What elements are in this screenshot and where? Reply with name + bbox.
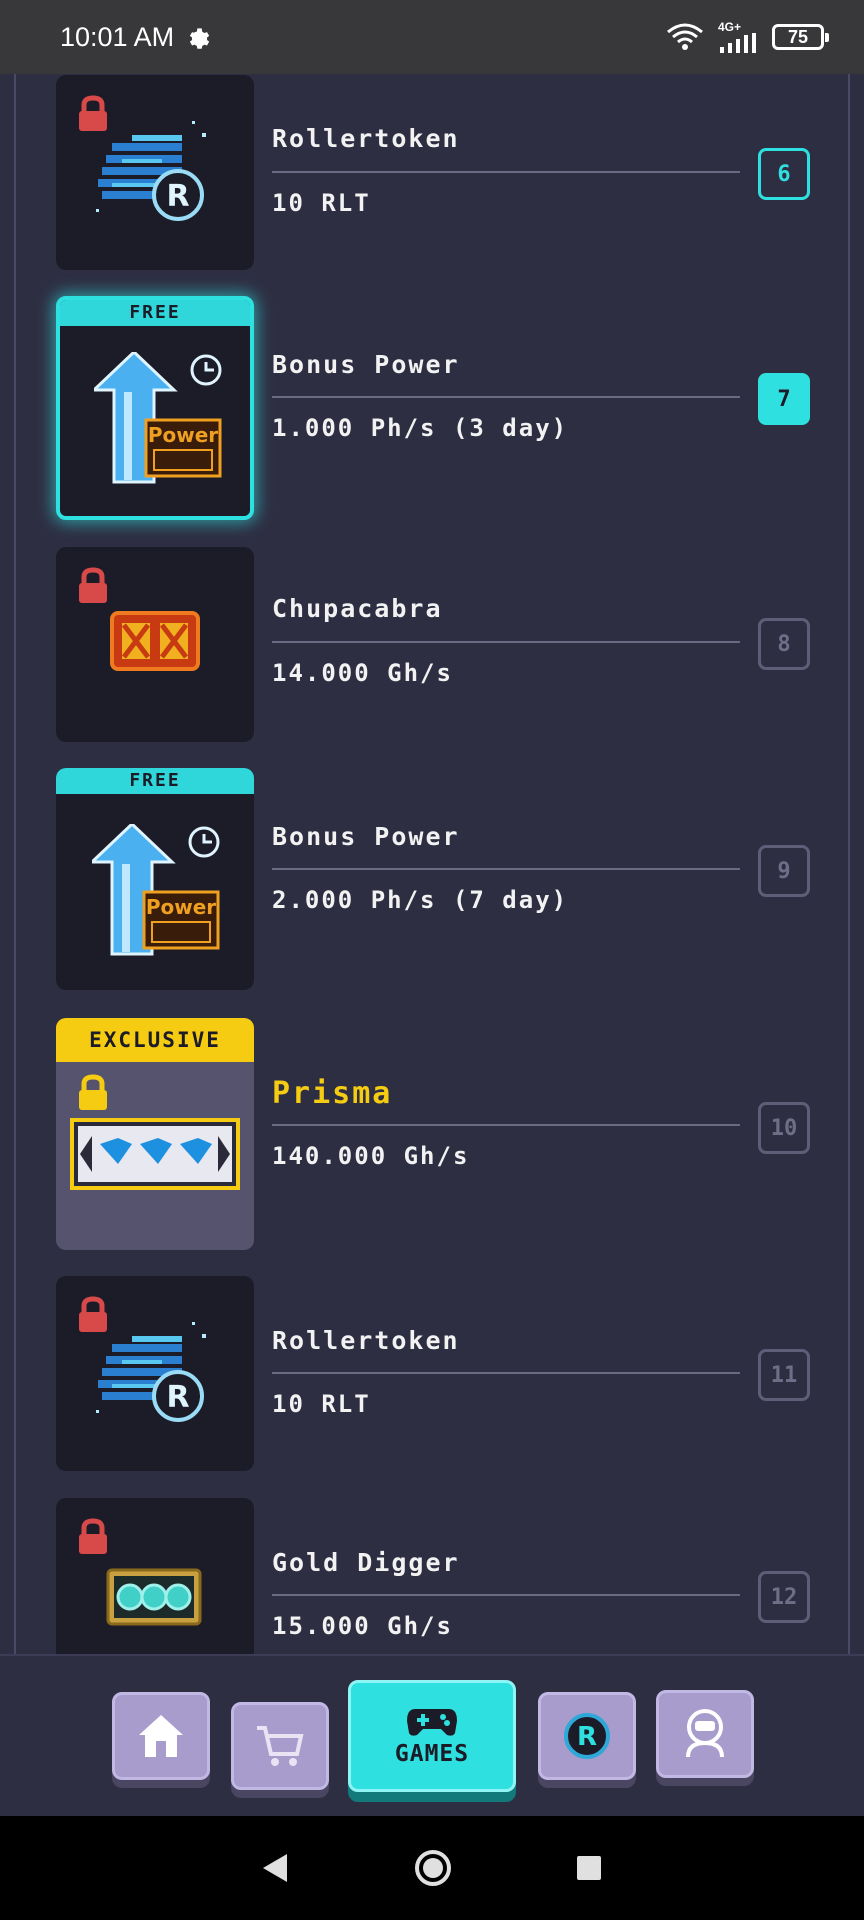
step-badge: 12 — [758, 1571, 810, 1623]
reward-value: 140.000 Gh/s — [272, 1142, 470, 1170]
divider — [272, 1594, 740, 1596]
signal-icon — [720, 33, 756, 53]
lock-icon — [79, 1518, 107, 1554]
reward-card[interactable]: EXCLUSIVE — [56, 1018, 254, 1250]
gear-icon — [189, 28, 210, 49]
home-icon — [139, 1715, 183, 1757]
recents-icon[interactable] — [575, 1854, 603, 1882]
chupacabra-miner-icon — [110, 611, 200, 671]
bottom-nav: GAMES R — [0, 1654, 864, 1816]
rollertoken-icon: R — [96, 121, 206, 221]
reward-name: Bonus Power — [272, 350, 460, 379]
cart-icon — [257, 1726, 304, 1766]
reward-card[interactable]: R — [56, 75, 254, 270]
nav-games-button[interactable]: GAMES — [348, 1680, 516, 1792]
reward-name: Chupacabra — [272, 594, 443, 623]
divider — [272, 1124, 740, 1126]
status-time: 10:01 AM — [60, 21, 175, 52]
rollercoin-icon: R — [564, 1713, 610, 1759]
step-badge: 8 — [758, 618, 810, 670]
reward-card[interactable]: FREE Power — [56, 768, 254, 990]
reward-card[interactable] — [56, 1498, 254, 1654]
rollertoken-icon: R — [96, 1322, 206, 1422]
reward-value: 10 RLT — [272, 189, 371, 217]
reward-card[interactable]: FREE Power — [56, 296, 254, 520]
divider — [272, 1372, 740, 1374]
step-badge: 9 — [758, 845, 810, 897]
svg-text:Power: Power — [148, 423, 218, 447]
svg-text:Power: Power — [146, 895, 216, 919]
reward-name: Gold Digger — [272, 1548, 460, 1577]
status-bar: 10:01 AM 4G+ 75 — [0, 0, 864, 74]
reward-value: 1.000 Ph/s (3 day) — [272, 414, 569, 442]
prisma-miner-icon — [70, 1118, 240, 1190]
battery-icon: 75 — [772, 24, 829, 50]
nav-games-label: GAMES — [394, 1741, 470, 1767]
wifi-icon — [667, 23, 703, 50]
gamepad-icon — [407, 1709, 457, 1736]
divider — [272, 171, 740, 173]
profile-icon — [686, 1709, 724, 1758]
lock-icon — [79, 567, 107, 603]
list-item: Chupacabra 14.000 Gh/s 8 — [16, 546, 848, 746]
lock-icon — [79, 1074, 107, 1110]
reward-value: 14.000 Gh/s — [272, 659, 453, 687]
reward-name: Rollertoken — [272, 124, 460, 153]
list-item: EXCLUSIVE Prisma 140.000 Gh/s 10 — [16, 1018, 848, 1258]
step-badge: 11 — [758, 1349, 810, 1401]
svg-text:R: R — [577, 1722, 597, 1752]
step-badge: 10 — [758, 1102, 810, 1154]
reward-value: 10 RLT — [272, 1390, 371, 1418]
list-item: FREE Power Bonus Power 1.000 Ph/s (3 day… — [16, 296, 848, 526]
reward-list[interactable]: R Rollertoken 10 RLT 6 FREE Power Bonus … — [14, 74, 850, 1654]
reward-value: 15.000 Gh/s — [272, 1612, 453, 1640]
list-item: R Rollertoken 10 RLT 6 — [16, 74, 848, 274]
system-nav-bar — [0, 1816, 864, 1920]
bonus-power-icon: Power — [94, 352, 222, 484]
list-item: FREE Power Bonus Power 2.000 Ph/s (7 day… — [16, 768, 848, 998]
network-type: 4G+ — [718, 20, 742, 34]
free-ribbon: FREE — [60, 300, 250, 326]
status-indicators: 4G+ 75 — [666, 20, 829, 53]
reward-name: Prisma — [272, 1076, 393, 1111]
exclusive-ribbon: EXCLUSIVE — [56, 1018, 254, 1062]
home-circle-icon[interactable] — [413, 1848, 453, 1888]
reward-name: Rollertoken — [272, 1326, 460, 1355]
nav-rollercoin-button[interactable]: R — [538, 1692, 636, 1780]
svg-text:R: R — [166, 1380, 189, 1415]
divider — [272, 641, 740, 643]
back-icon[interactable] — [261, 1852, 291, 1884]
reward-value: 2.000 Ph/s (7 day) — [272, 886, 569, 914]
battery-level: 75 — [787, 26, 809, 47]
reward-card[interactable] — [56, 547, 254, 742]
bonus-power-icon: Power — [92, 824, 220, 956]
divider — [272, 868, 740, 870]
nav-profile-button[interactable] — [656, 1690, 754, 1778]
free-ribbon: FREE — [56, 768, 254, 794]
divider — [272, 396, 740, 398]
gold-digger-miner-icon — [106, 1568, 202, 1626]
list-item: Gold Digger 15.000 Gh/s 12 — [16, 1498, 848, 1654]
list-item: R Rollertoken 10 RLT 11 — [16, 1276, 848, 1476]
reward-name: Bonus Power — [272, 822, 460, 851]
svg-text:R: R — [166, 179, 189, 214]
step-badge: 7 — [758, 373, 810, 425]
nav-home-button[interactable] — [112, 1692, 210, 1780]
nav-marketplace-button[interactable] — [231, 1702, 329, 1790]
step-badge: 6 — [758, 148, 810, 200]
reward-card[interactable]: R — [56, 1276, 254, 1471]
